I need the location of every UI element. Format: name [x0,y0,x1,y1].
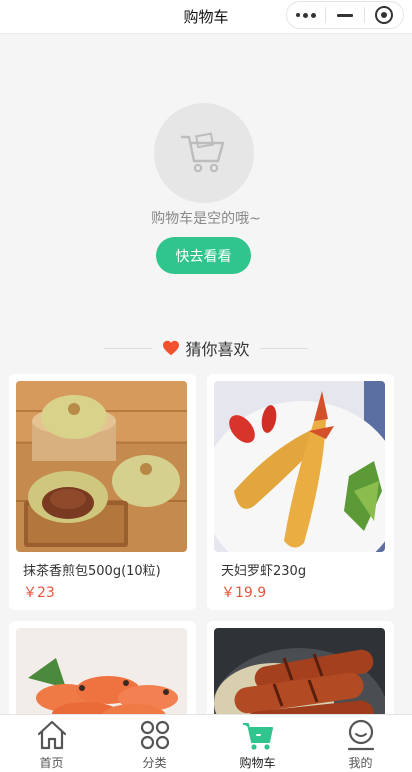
product-image[interactable] [214,381,385,552]
more-button[interactable] [287,2,325,28]
nav-bar: 购物车 [0,0,412,34]
product-name: 抹茶香煎包500g(10粒) [23,564,161,579]
cart-icon [242,723,273,750]
mini-program-capsule [286,1,404,29]
product-price: ￥23 [23,585,55,601]
category-icon [140,720,169,750]
tab-label: 分类 [142,756,167,770]
product-price: ￥19.9 [221,585,267,601]
tab-cart[interactable]: 购物车 [206,715,309,772]
target-circle-icon [375,6,393,24]
recommend-header: 猜你喜欢 [0,336,412,360]
recommend-title: 猜你喜欢 [185,340,250,359]
minus-icon [337,13,353,17]
divider-line [104,347,153,349]
browse-button[interactable]: 快去看看 [156,237,251,274]
empty-cart-icon [180,132,225,173]
tab-label: 首页 [39,756,64,770]
tab-profile[interactable]: 我的 [309,715,412,772]
empty-cart-message: 购物车是空的哦~ [151,211,261,227]
product-card[interactable] [207,621,394,721]
divider-line [259,347,308,349]
empty-cart-illustration [154,103,254,203]
tab-home[interactable]: 首页 [0,715,103,772]
tab-bar: 首页 分类 购物车 我的 [0,714,412,772]
home-icon [37,720,66,750]
product-card[interactable] [9,621,196,721]
more-dots-icon [296,12,316,18]
product-card[interactable]: 抹茶香煎包500g(10粒) ￥23 [9,374,196,610]
product-image[interactable] [16,628,187,721]
product-image[interactable] [16,381,187,552]
tab-label: 购物车 [239,756,276,770]
heart-icon [163,340,180,356]
minimize-button[interactable] [326,2,364,28]
product-image[interactable] [214,628,385,721]
product-name: 天妇罗虾230g [221,564,307,579]
close-button[interactable] [365,2,403,28]
profile-icon [347,719,374,751]
product-card[interactable]: 天妇罗虾230g ￥19.9 [207,374,394,610]
tab-label: 我的 [348,756,373,770]
tab-category[interactable]: 分类 [103,715,206,772]
